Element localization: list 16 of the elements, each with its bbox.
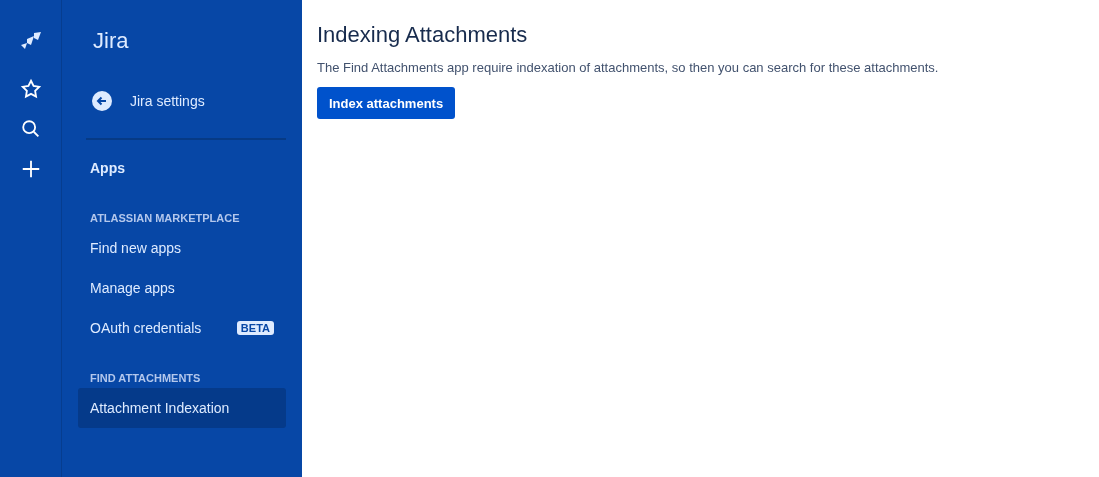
page-title: Indexing Attachments [317, 22, 529, 48]
sidebar-item[interactable]: Manage apps [78, 268, 286, 308]
star-icon[interactable] [19, 78, 42, 100]
sidebar-item[interactable]: Find new apps [78, 228, 286, 268]
description: The Find Attachments app require indexation of attachments, so then you can search for these attachments. [317, 60, 940, 75]
back-link[interactable]: Jira settings [78, 89, 286, 113]
section-title: ATLASSIAN MARKETPLACE [89, 211, 241, 226]
sidebar-heading: Apps [89, 159, 126, 178]
section-title: FIND ATTACHMENTS [89, 371, 202, 386]
index-attachments-button[interactable]: Index attachments [317, 87, 456, 119]
product-title: Jira [92, 28, 130, 55]
sidebar-item[interactable]: OAuth credentials BETA [78, 308, 286, 348]
search-icon[interactable] [19, 118, 42, 140]
beta-badge: BETA [236, 321, 274, 335]
item-label: OAuth credentials [90, 320, 202, 336]
sidebar-item[interactable]: Attachment Indexation [78, 388, 286, 428]
